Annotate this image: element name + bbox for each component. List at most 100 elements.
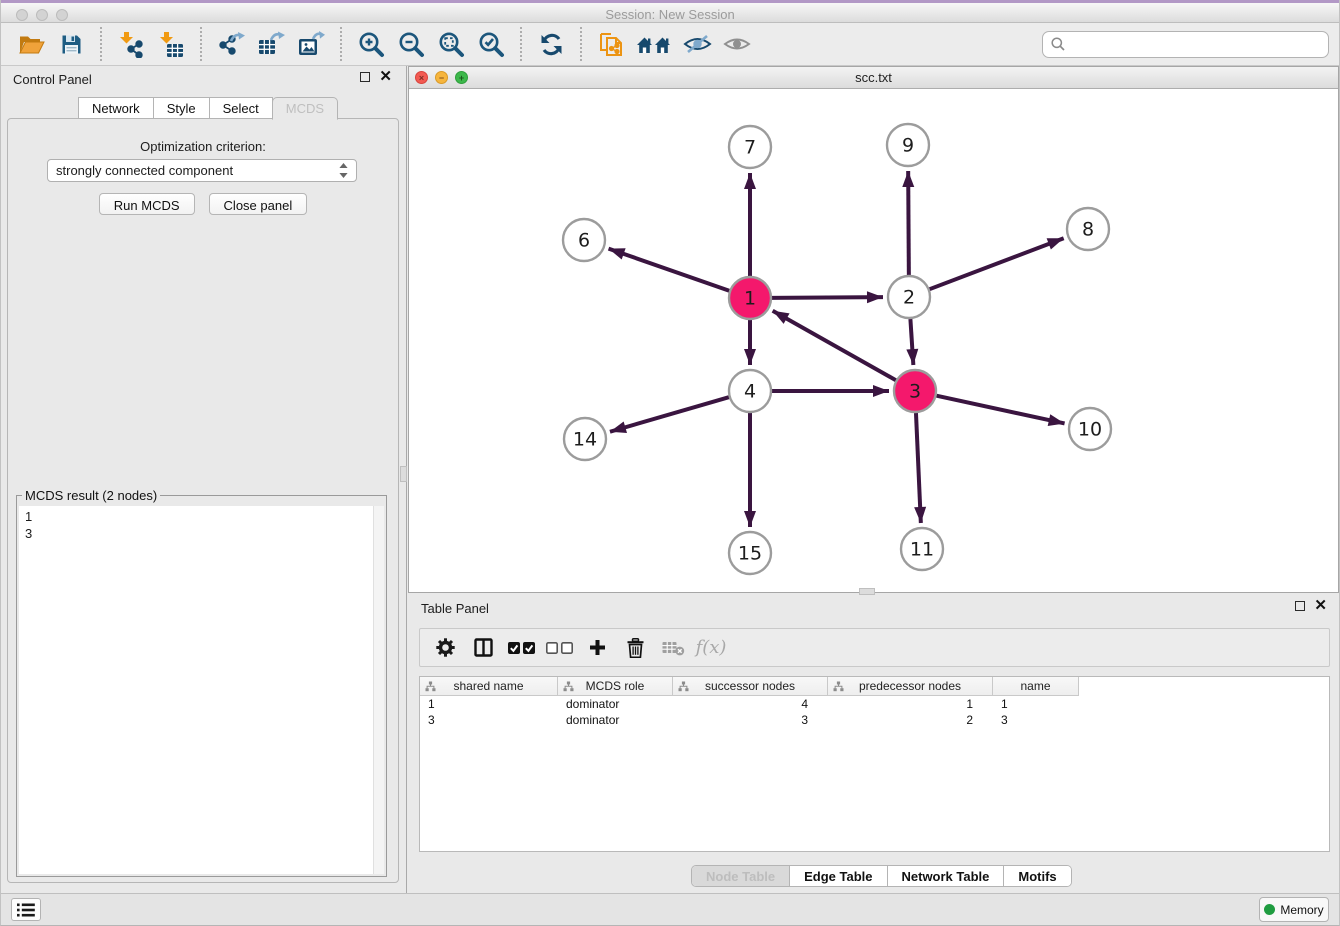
graph-node-label: 9 xyxy=(902,135,914,157)
graph-node-label: 8 xyxy=(1082,219,1094,241)
graph-edge-2-8[interactable] xyxy=(930,238,1064,289)
add-column-button[interactable] xyxy=(580,633,614,663)
fx-icon: f(x) xyxy=(696,637,727,658)
open-folder-icon xyxy=(18,34,45,55)
zoom-out-button[interactable] xyxy=(394,26,428,62)
cell-shared-name[interactable]: 3 xyxy=(420,712,558,728)
mcds-panel: Optimization criterion: strongly connect… xyxy=(7,118,399,883)
tab-edge-table[interactable]: Edge Table xyxy=(789,866,886,886)
close-panel-button[interactable]: Close panel xyxy=(209,193,308,215)
close-panel-icon[interactable]: ✕ xyxy=(379,72,392,82)
tab-network[interactable]: Network xyxy=(78,97,154,119)
cell-predecessor-nodes[interactable]: 1 xyxy=(828,696,993,712)
select-all-button[interactable] xyxy=(504,633,538,663)
cell-MCDS-role[interactable]: dominator xyxy=(558,696,673,712)
import-table-icon xyxy=(158,31,184,58)
apply-layout-button[interactable] xyxy=(534,26,568,62)
network-graph: 7968124314101511 xyxy=(409,89,1338,592)
graph-edge-3-10[interactable] xyxy=(936,396,1064,424)
clone-network-button[interactable] xyxy=(594,26,628,62)
preview-button[interactable] xyxy=(720,26,754,62)
column-header-name[interactable]: name xyxy=(993,677,1079,696)
result-scrollbar[interactable] xyxy=(373,506,384,874)
cell-name[interactable]: 1 xyxy=(993,696,1079,712)
zoom-fit-button[interactable] xyxy=(434,26,468,62)
column-header-shared-name[interactable]: shared name xyxy=(420,677,558,696)
column-label: shared name xyxy=(453,679,523,693)
open-session-button[interactable] xyxy=(14,26,48,62)
tab-style[interactable]: Style xyxy=(153,97,210,119)
cell-MCDS-role[interactable]: dominator xyxy=(558,712,673,728)
search-box[interactable] xyxy=(1042,31,1329,58)
table-settings-button[interactable] xyxy=(428,633,462,663)
import-network-button[interactable] xyxy=(114,26,148,62)
export-table-icon xyxy=(257,31,285,57)
tab-select[interactable]: Select xyxy=(209,97,273,119)
cell-name[interactable]: 3 xyxy=(993,712,1079,728)
zoom-out-icon xyxy=(398,31,425,58)
table-body: 1dominator4113dominator323 xyxy=(420,696,1329,728)
tab-node-table[interactable]: Node Table xyxy=(692,866,789,886)
float-table-panel-icon[interactable] xyxy=(1295,601,1305,611)
mcds-result-textarea[interactable]: 1 3 xyxy=(19,506,373,874)
float-panel-icon[interactable] xyxy=(360,72,370,82)
toolbar-separator xyxy=(100,27,102,61)
column-label: name xyxy=(1020,679,1050,693)
save-session-button[interactable] xyxy=(54,26,88,62)
import-table-button[interactable] xyxy=(154,26,188,62)
graph-edge-3-1[interactable] xyxy=(773,311,896,380)
cell-successor-nodes[interactable]: 3 xyxy=(673,712,828,728)
tab-motifs[interactable]: Motifs xyxy=(1003,866,1070,886)
function-builder-button[interactable]: f(x) xyxy=(694,633,728,663)
graph-edge-2-9[interactable] xyxy=(908,171,909,275)
cell-predecessor-nodes[interactable]: 2 xyxy=(828,712,993,728)
refresh-icon xyxy=(539,32,564,57)
export-table-button[interactable] xyxy=(254,26,288,62)
cell-shared-name[interactable]: 1 xyxy=(420,696,558,712)
cell-successor-nodes[interactable]: 4 xyxy=(673,696,828,712)
gear-icon xyxy=(436,638,455,657)
column-header-predecessor-nodes[interactable]: predecessor nodes xyxy=(828,677,993,696)
graph-edge-4-14[interactable] xyxy=(610,397,729,432)
criterion-select[interactable]: strongly connected component xyxy=(47,159,357,182)
vertical-splitter-grip[interactable] xyxy=(400,466,407,482)
shared-column-icon xyxy=(678,681,689,692)
delete-table-button[interactable] xyxy=(656,633,690,663)
home-button[interactable] xyxy=(634,26,674,62)
export-image-button[interactable] xyxy=(294,26,328,62)
column-header-MCDS-role[interactable]: MCDS role xyxy=(558,677,673,696)
export-network-button[interactable] xyxy=(214,26,248,62)
zoom-in-button[interactable] xyxy=(354,26,388,62)
zoom-fit-icon xyxy=(438,31,465,58)
memory-button[interactable]: Memory xyxy=(1259,897,1329,922)
graph-edge-2-3[interactable] xyxy=(910,319,913,365)
table-row[interactable]: 3dominator323 xyxy=(420,712,1329,728)
column-label: MCDS role xyxy=(586,679,645,693)
graph-edge-1-2[interactable] xyxy=(772,297,883,298)
search-input[interactable] xyxy=(1071,37,1320,52)
control-panel: Control Panel ✕ NetworkStyleSelectMCDS O… xyxy=(1,66,407,894)
zoom-selected-button[interactable] xyxy=(474,26,508,62)
graph-edge-3-11[interactable] xyxy=(916,413,921,523)
optimization-criterion-label: Optimization criterion: xyxy=(8,139,398,154)
delete-column-button[interactable] xyxy=(618,633,652,663)
tab-mcds[interactable]: MCDS xyxy=(272,97,338,120)
houses-icon xyxy=(636,35,672,54)
graph-edge-1-6[interactable] xyxy=(609,249,730,291)
network-canvas[interactable]: 7968124314101511 xyxy=(409,89,1338,592)
node-table: shared name MCDS role successor nodesprede… xyxy=(419,676,1330,852)
table-row[interactable]: 1dominator411 xyxy=(420,696,1329,712)
column-header-successor-nodes[interactable]: successor nodes xyxy=(673,677,828,696)
zoom-selected-icon xyxy=(478,31,505,58)
show-hide-button[interactable] xyxy=(680,26,714,62)
tab-network-table[interactable]: Network Table xyxy=(887,866,1004,886)
deselect-all-button[interactable] xyxy=(542,633,576,663)
eye-slash-icon xyxy=(683,34,712,54)
show-columns-button[interactable] xyxy=(466,633,500,663)
memory-status-icon xyxy=(1264,904,1275,915)
horizontal-splitter-grip[interactable] xyxy=(859,588,875,595)
run-mcds-button[interactable]: Run MCDS xyxy=(99,193,195,215)
close-table-panel-icon[interactable]: ✕ xyxy=(1314,601,1327,611)
task-history-button[interactable] xyxy=(11,898,41,921)
shared-column-icon xyxy=(833,681,844,692)
